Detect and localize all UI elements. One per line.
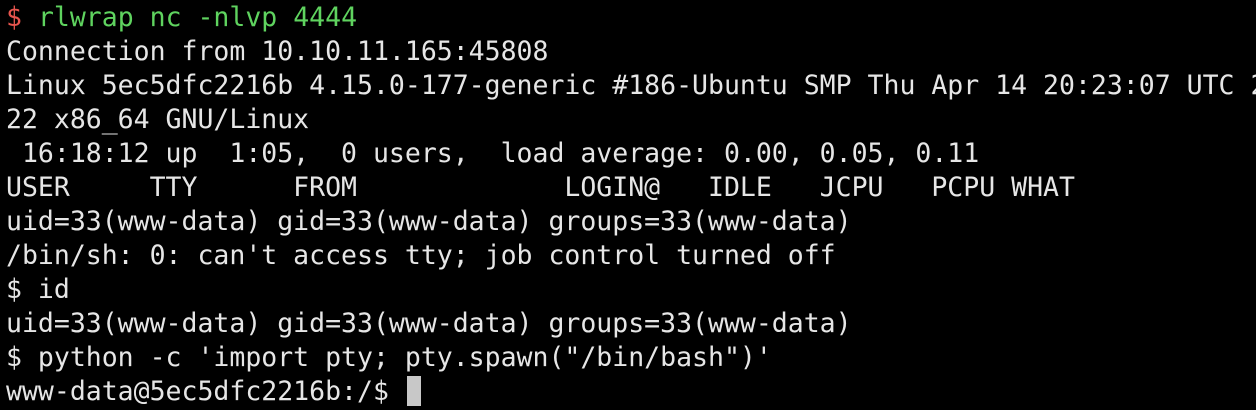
output-line: Linux 5ec5dfc2216b 4.15.0-177-generic #1… xyxy=(6,70,1256,101)
text-cursor[interactable] xyxy=(406,376,421,406)
output-line: USER TTY FROM LOGIN@ IDLE JCPU PCPU WHAT xyxy=(6,172,1075,203)
output-line: 22 x86_64 GNU/Linux xyxy=(6,104,310,135)
shell-prompt-line[interactable]: www-data@5ec5dfc2216b:/$ xyxy=(6,375,1256,409)
output-line: 16:18:12 up 1:05, 0 users, load average:… xyxy=(6,138,980,169)
output-line: $ id xyxy=(6,274,70,305)
first-prompt-line: $ rlwrap nc -nlvp 4444 xyxy=(6,1,1256,35)
output-line: /bin/sh: 0: can't access tty; job contro… xyxy=(6,240,836,271)
terminal-window[interactable]: $ rlwrap nc -nlvp 4444 Connection from 1… xyxy=(0,0,1256,410)
output-line: Connection from 10.10.11.165:45808 xyxy=(6,36,549,67)
output-line: uid=33(www-data) gid=33(www-data) groups… xyxy=(6,206,852,237)
terminal-output: $ rlwrap nc -nlvp 4444 Connection from 1… xyxy=(6,1,1256,409)
shell-prompt: www-data@5ec5dfc2216b:/$ xyxy=(6,376,405,407)
output-line: $ python -c 'import pty; pty.spawn("/bin… xyxy=(6,342,772,373)
listener-command: rlwrap nc -nlvp 4444 xyxy=(37,2,358,33)
prompt-symbol: $ xyxy=(6,2,22,33)
output-line: uid=33(www-data) gid=33(www-data) groups… xyxy=(6,308,852,339)
